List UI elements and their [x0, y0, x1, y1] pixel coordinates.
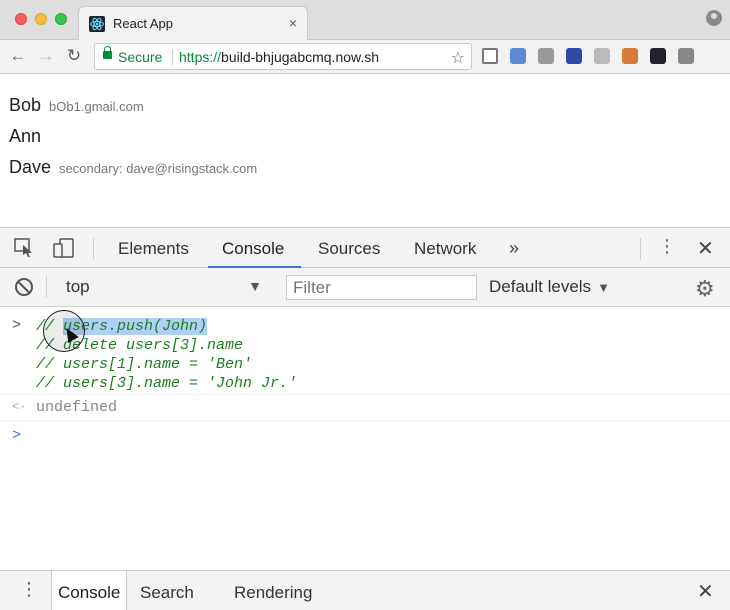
tab-network[interactable]: Network	[414, 239, 476, 259]
user-row: Bob bOb1.gmail.com	[9, 95, 144, 116]
react-favicon-icon	[89, 16, 105, 32]
user-detail: bOb1.gmail.com	[49, 99, 144, 114]
devtools-drawer: ⋮ Console Search Rendering ✕	[0, 570, 730, 610]
context-value: top	[66, 277, 90, 296]
address-bar[interactable]: Secure https://build-bhjugabcmq.now.sh ☆	[94, 43, 472, 70]
browser-toolbar: ← → ↻ Secure https://build-bhjugabcmq.no…	[0, 40, 730, 74]
url-host: build-bhjugabcmq.now.sh	[221, 49, 380, 65]
extension-icon-6[interactable]	[678, 48, 694, 64]
result-prompt-icon: <·	[12, 400, 27, 414]
back-arrow-icon[interactable]: ←	[8, 46, 28, 66]
forward-arrow-icon[interactable]: →	[36, 46, 56, 66]
user-row: Dave secondary: dave@risingstack.com	[9, 157, 257, 178]
tab-elements[interactable]: Elements	[118, 239, 189, 259]
inspect-element-icon[interactable]	[14, 238, 36, 258]
user-name: Dave	[9, 157, 52, 177]
close-window-button[interactable]	[15, 13, 27, 25]
zoom-window-button[interactable]	[55, 13, 67, 25]
console-code-line: // users[3].name = 'John Jr.'	[36, 375, 298, 392]
devtools-panel: Elements Console Sources Network » ⋮ ✕ t…	[0, 227, 730, 610]
dropdown-arrow-icon: ▼	[597, 280, 610, 295]
lock-icon	[103, 46, 112, 59]
gear-icon[interactable]: ⚙	[695, 276, 715, 302]
toolbar-divider	[93, 238, 94, 260]
browser-tab[interactable]: React App ×	[78, 6, 308, 40]
entry-divider	[0, 394, 730, 395]
tab-close-icon[interactable]: ×	[289, 15, 297, 31]
extension-icon-3[interactable]	[566, 48, 582, 64]
url-text[interactable]: https://build-bhjugabcmq.now.sh	[179, 49, 379, 65]
entry-divider	[0, 420, 730, 421]
filter-input[interactable]	[286, 275, 477, 300]
devtools-close-icon[interactable]: ✕	[697, 236, 714, 261]
tab-title: React App	[113, 16, 173, 31]
console-filterbar: top ▼ Default levels ▼ ⚙	[0, 268, 730, 307]
dropdown-arrow-icon: ▼	[248, 278, 262, 294]
star-icon[interactable]: ☆	[451, 48, 465, 68]
reload-icon[interactable]: ↻	[64, 46, 84, 66]
profile-icon[interactable]	[706, 10, 722, 26]
extension-icon-4[interactable]	[594, 48, 610, 64]
drawer-tab-console[interactable]: Console	[51, 571, 128, 610]
tab-console[interactable]: Console	[222, 239, 284, 259]
default-levels-dropdown[interactable]: Default levels ▼	[489, 277, 610, 297]
extension-icon-5[interactable]	[622, 48, 638, 64]
devtools-menu-icon[interactable]: ⋮	[658, 236, 676, 257]
tab-sources[interactable]: Sources	[318, 239, 380, 259]
user-detail: secondary: dave@risingstack.com	[59, 161, 258, 176]
url-scheme: https://	[179, 49, 222, 65]
toolbar-divider	[640, 238, 641, 260]
drawer-tab-search[interactable]: Search	[140, 583, 194, 603]
extension-icon-1[interactable]	[510, 48, 526, 64]
levels-label: Default levels	[489, 277, 592, 296]
more-tabs-icon[interactable]: »	[509, 238, 519, 259]
cast-icon[interactable]	[482, 48, 498, 64]
minimize-window-button[interactable]	[35, 13, 47, 25]
user-name: Bob	[9, 95, 42, 115]
secure-label: Secure	[118, 49, 163, 65]
console-result: undefined	[36, 399, 118, 416]
react-devtools-icon[interactable]	[650, 48, 666, 64]
devtools-tabbar: Elements Console Sources Network » ⋮ ✕	[0, 228, 730, 268]
device-toolbar-icon[interactable]	[53, 238, 75, 258]
input-prompt-icon: >	[12, 317, 22, 334]
console-code-line: // users[1].name = 'Ben'	[36, 356, 253, 373]
drawer-tab-rendering[interactable]: Rendering	[234, 583, 312, 603]
drawer-close-icon[interactable]: ✕	[697, 579, 714, 604]
page-content: Bob bOb1.gmail.com Ann Dave secondary: d…	[0, 75, 730, 227]
console-input-prompt-icon[interactable]: >	[12, 427, 21, 444]
toolbar-divider	[46, 276, 47, 298]
url-divider	[172, 49, 173, 65]
user-name: Ann	[9, 126, 42, 146]
title-bar: React App ×	[0, 0, 730, 40]
clear-console-icon[interactable]	[15, 278, 33, 296]
user-row: Ann	[9, 126, 44, 147]
drawer-menu-icon[interactable]: ⋮	[20, 579, 38, 600]
extension-icon-2[interactable]	[538, 48, 554, 64]
context-select[interactable]: top ▼	[58, 274, 270, 300]
console-output[interactable]: > // users.push(John) // delete users[3]…	[0, 307, 730, 570]
